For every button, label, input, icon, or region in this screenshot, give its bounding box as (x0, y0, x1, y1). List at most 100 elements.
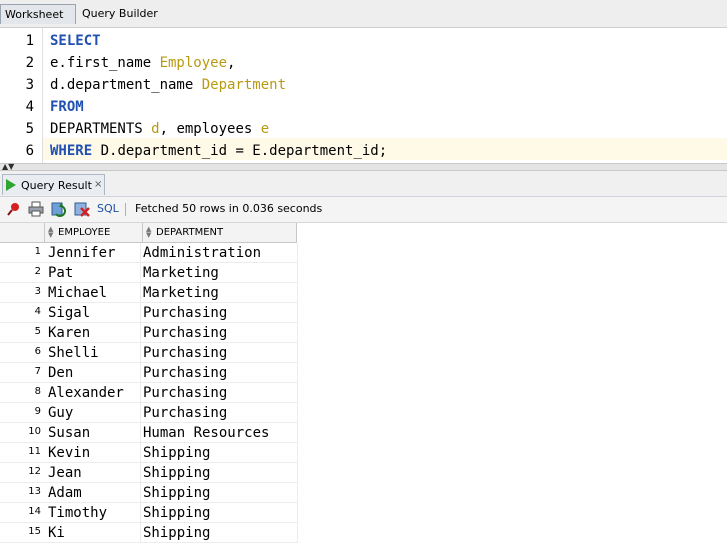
sql-text: , (227, 55, 236, 71)
sql-alias: Employee (159, 55, 228, 71)
cell-department[interactable]: Shipping (143, 503, 298, 523)
line-number: 3 (25, 77, 34, 93)
refresh-icon[interactable] (51, 201, 67, 217)
cell-department[interactable]: Purchasing (143, 403, 298, 423)
cell-employee[interactable]: Alexander (48, 383, 141, 403)
editor-results-splitter[interactable]: ▲▼ (0, 163, 727, 171)
cell-department[interactable]: Purchasing (143, 323, 298, 343)
close-tab-icon[interactable]: × (94, 174, 102, 195)
table-row[interactable]: 8 Alexander Purchasing (0, 383, 298, 403)
sql-text: e.first_name (50, 55, 160, 71)
table-row[interactable]: 5 Karen Purchasing (0, 323, 298, 343)
column-header-label: EMPLOYEE (58, 227, 111, 238)
cell-department[interactable]: Marketing (143, 263, 298, 283)
row-number: 15 (28, 526, 41, 537)
sql-text: d.department_name (50, 77, 202, 93)
code-line[interactable]: SELECT (50, 30, 101, 52)
cell-department[interactable]: Purchasing (143, 343, 298, 363)
line-number: 4 (25, 99, 34, 115)
cell-employee[interactable]: Karen (48, 323, 141, 343)
table-row[interactable]: 3 Michael Marketing (0, 283, 298, 303)
line-number: 2 (25, 55, 34, 71)
result-tab-bar: Query Result × (0, 171, 727, 197)
table-row[interactable]: 1 Jennifer Administration (0, 243, 298, 263)
column-header-employee[interactable]: ▲ ▼ EMPLOYEE (44, 223, 142, 242)
pin-icon[interactable] (6, 201, 22, 217)
table-row[interactable]: 15 Ki Shipping (0, 523, 298, 543)
splitter-collapse-icon[interactable]: ▲▼ (2, 163, 14, 171)
worksheet-tab-bar: Worksheet Query Builder (0, 0, 727, 27)
row-number: 4 (34, 306, 41, 317)
table-row[interactable]: 4 Sigal Purchasing (0, 303, 298, 323)
table-row[interactable]: 6 Shelli Purchasing (0, 343, 298, 363)
sql-keyword: SELECT (50, 33, 101, 49)
cell-employee[interactable]: Kevin (48, 443, 141, 463)
line-number-gutter: 1 2 3 4 5 6 (0, 28, 42, 164)
run-icon (6, 179, 16, 191)
sort-icon[interactable]: ▲ ▼ (48, 226, 53, 239)
cell-employee[interactable]: Jennifer (48, 243, 141, 263)
cell-employee[interactable]: Pat (48, 263, 141, 283)
code-line[interactable]: DEPARTMENTS d, employees e (50, 118, 269, 140)
table-row[interactable]: 12 Jean Shipping (0, 463, 298, 483)
column-header-department[interactable]: ▲ ▼ DEPARTMENT (142, 223, 297, 242)
row-number: 10 (28, 426, 41, 437)
table-row[interactable]: 7 Den Purchasing (0, 363, 298, 383)
cell-department[interactable]: Purchasing (143, 363, 298, 383)
cell-department[interactable]: Shipping (143, 523, 298, 543)
toolbar-separator (125, 203, 126, 216)
table-row[interactable]: 9 Guy Purchasing (0, 403, 298, 423)
cell-employee[interactable]: Susan (48, 423, 141, 443)
row-number: 2 (34, 266, 41, 277)
cell-employee[interactable]: Den (48, 363, 141, 383)
cell-department[interactable]: Administration (143, 243, 298, 263)
sql-text: , employees (159, 121, 261, 137)
cell-employee[interactable]: Shelli (48, 343, 141, 363)
results-grid[interactable]: ▲ ▼ EMPLOYEE ▲ ▼ DEPARTMENT 1 Jennifer Admin… (0, 223, 727, 543)
sql-alias: e (260, 121, 270, 137)
cell-department[interactable]: Marketing (143, 283, 298, 303)
table-row[interactable]: 10 Susan Human Resources (0, 423, 298, 443)
gutter-divider (42, 28, 43, 164)
row-number: 13 (28, 486, 41, 497)
cell-department[interactable]: Shipping (143, 463, 298, 483)
table-row[interactable]: 2 Pat Marketing (0, 263, 298, 283)
code-line[interactable]: WHERE D.department_id = E.department_id; (50, 140, 387, 162)
cell-employee[interactable]: Adam (48, 483, 141, 503)
cell-department[interactable]: Purchasing (143, 383, 298, 403)
table-row[interactable]: 14 Timothy Shipping (0, 503, 298, 523)
sql-text: DEPARTMENTS (50, 121, 152, 137)
line-number: 1 (25, 33, 34, 49)
cell-department[interactable]: Shipping (143, 443, 298, 463)
tab-query-builder[interactable]: Query Builder (78, 4, 162, 24)
row-number: 3 (34, 286, 41, 297)
table-row[interactable]: 13 Adam Shipping (0, 483, 298, 503)
code-line[interactable]: d.department_name Department (50, 74, 286, 96)
cell-department[interactable]: Shipping (143, 483, 298, 503)
cell-employee[interactable]: Timothy (48, 503, 141, 523)
tab-worksheet[interactable]: Worksheet (0, 4, 76, 24)
code-line[interactable]: FROM (50, 96, 84, 118)
cell-employee[interactable]: Sigal (48, 303, 141, 323)
sort-icon[interactable]: ▲ ▼ (146, 226, 151, 239)
print-icon[interactable] (28, 201, 44, 217)
cell-employee[interactable]: Jean (48, 463, 141, 483)
table-row[interactable]: 11 Kevin Shipping (0, 443, 298, 463)
tab-query-result[interactable]: Query Result × (2, 174, 105, 195)
delete-icon[interactable] (74, 201, 90, 217)
cell-employee[interactable]: Ki (48, 523, 141, 543)
cell-department[interactable]: Purchasing (143, 303, 298, 323)
row-number: 5 (34, 326, 41, 337)
row-number: 14 (28, 506, 41, 517)
sql-editor[interactable]: 123456 SELECT e.first_name Employee, d.dep… (0, 27, 727, 164)
line-number: 6 (25, 143, 34, 159)
sql-button[interactable]: SQL (97, 202, 119, 215)
cell-employee[interactable]: Michael (48, 283, 141, 303)
line-number: 5 (25, 121, 34, 137)
row-number: 12 (28, 466, 41, 477)
code-line[interactable]: e.first_name Employee, (50, 52, 235, 74)
cell-department[interactable]: Human Resources (143, 423, 298, 443)
sql-keyword: FROM (50, 99, 84, 115)
cell-employee[interactable]: Guy (48, 403, 141, 423)
result-toolbar: SQL Fetched 50 rows in 0.036 seconds (0, 197, 727, 223)
